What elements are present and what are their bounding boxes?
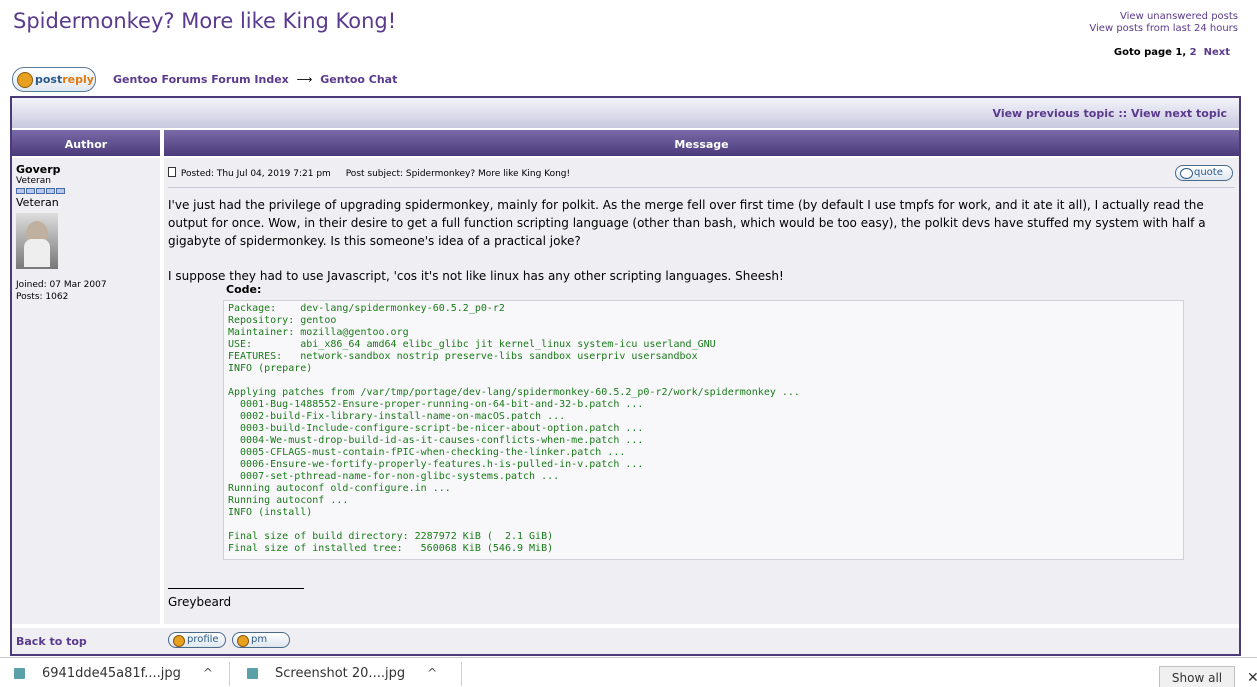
avatar — [16, 213, 58, 269]
breadcrumb-arrow-icon: ⟶ — [296, 73, 313, 86]
author-meta: Joined: 07 Mar 2007 Posts: 1062 — [16, 279, 107, 303]
close-icon[interactable]: ✕ — [1247, 670, 1257, 686]
download-item[interactable]: Screenshot 20....jpg ^ — [247, 658, 437, 687]
next-topic-link[interactable]: View next topic — [1131, 107, 1227, 120]
post-reply-label: postreply — [35, 73, 94, 86]
breadcrumb: Gentoo Forums Forum Index ⟶ Gentoo Chat — [113, 73, 397, 86]
download-bar: 6941dde45a81f....jpg ^ Screenshot 20....… — [0, 657, 1257, 687]
top-links: View unanswered posts View posts from la… — [1089, 11, 1238, 35]
signature: Greybeard — [168, 595, 232, 609]
chevron-up-icon[interactable]: ^ — [427, 666, 437, 680]
author-joined: Joined: 07 Mar 2007 — [16, 280, 107, 290]
post-subject: Post subject: Spidermonkey? More like Ki… — [345, 169, 571, 179]
post-page-icon — [168, 167, 176, 177]
breadcrumb-forum-index[interactable]: Gentoo Forums Forum Index — [113, 73, 289, 86]
download-separator — [229, 662, 230, 686]
image-file-icon — [247, 667, 258, 679]
author-rank: Veteran — [16, 176, 51, 186]
topic-nav-separator: :: — [1118, 107, 1128, 120]
topic-table: View previous topic :: View next topic A… — [10, 96, 1241, 656]
author-panel: Goverp Veteran Veteran Joined: 07 Mar 20… — [12, 158, 162, 624]
show-all-button[interactable]: Show all — [1159, 666, 1235, 687]
post-footer-row: Back to top profile pm — [12, 626, 1239, 654]
page-2-link[interactable]: 2 — [1190, 47, 1197, 58]
chevron-up-icon[interactable]: ^ — [203, 666, 213, 680]
signature-divider — [168, 588, 304, 589]
download-filename: Screenshot 20....jpg — [275, 665, 406, 681]
previous-topic-link[interactable]: View previous topic — [993, 107, 1115, 120]
message-panel: Posted: Thu Jul 04, 2019 7:21 pm Post su… — [164, 158, 1239, 624]
view-unanswered-link[interactable]: View unanswered posts — [1089, 11, 1238, 23]
page-separator: , — [1182, 47, 1187, 58]
post-body: I've just had the privilege of upgrading… — [168, 188, 1235, 611]
next-page-link[interactable]: Next — [1204, 47, 1230, 58]
rank-stars-icon — [16, 188, 156, 195]
post-reply-icon — [17, 71, 33, 88]
author-rank-title: Veteran — [16, 196, 59, 209]
goto-label: Goto page — [1113, 47, 1172, 58]
code-block[interactable]: Package: dev-lang/spidermonkey-60.5.2_p0… — [223, 300, 1184, 560]
post-date: Posted: Thu Jul 04, 2019 7:21 pm — [180, 169, 331, 179]
image-file-icon — [14, 667, 25, 679]
topic-nav-bar: View previous topic :: View next topic — [12, 98, 1239, 128]
breadcrumb-gentoo-chat[interactable]: Gentoo Chat — [320, 73, 397, 86]
pm-button[interactable]: pm — [232, 632, 290, 648]
author-column-header: Author — [12, 128, 162, 156]
post-paragraph-1: I've just had the privilege of upgrading… — [168, 198, 1206, 248]
quote-button[interactable]: quote — [1175, 165, 1233, 181]
download-filename: 6941dde45a81f....jpg — [42, 665, 181, 681]
view-last-24h-link[interactable]: View posts from last 24 hours — [1089, 23, 1238, 35]
profile-button[interactable]: profile — [168, 632, 226, 648]
message-column-header: Message — [164, 128, 1239, 156]
topic-title[interactable]: Spidermonkey? More like King Kong! — [13, 9, 396, 33]
download-separator — [461, 662, 462, 686]
back-to-top-link[interactable]: Back to top — [16, 635, 87, 648]
download-item[interactable]: 6941dde45a81f....jpg ^ — [14, 658, 213, 687]
pagination: Goto page 1, 2 Next — [1114, 47, 1230, 58]
author-posts: Posts: 1062 — [16, 292, 69, 302]
post-header: Posted: Thu Jul 04, 2019 7:21 pm Post su… — [168, 158, 1235, 188]
author-name[interactable]: Goverp — [16, 163, 156, 176]
post-reply-button[interactable]: postreply — [12, 67, 96, 92]
